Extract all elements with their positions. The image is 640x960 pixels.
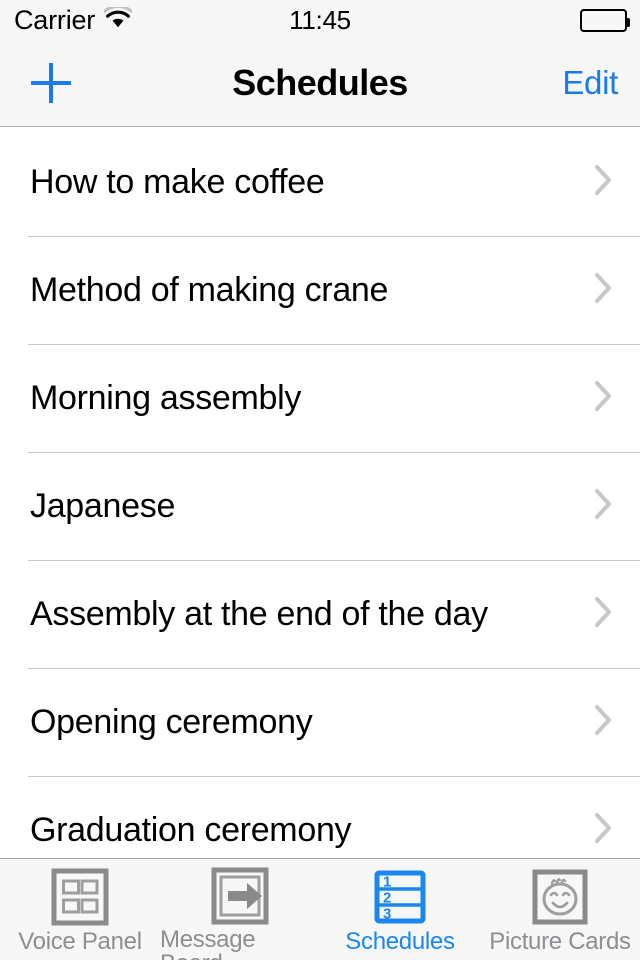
chevron-right-icon (594, 704, 614, 741)
chevron-right-icon (594, 272, 614, 309)
numbered-list-icon: 1 2 3 (370, 866, 430, 928)
row-title: Morning assembly (30, 378, 302, 417)
chevron-right-icon (594, 164, 614, 201)
tab-picture-cards[interactable]: Picture Cards (480, 859, 640, 960)
status-bar-right (580, 8, 630, 32)
status-bar-time: 11:45 (289, 5, 351, 35)
chevron-right-icon (594, 488, 614, 525)
arrow-right-board-icon (210, 866, 270, 926)
tab-label: Message Board (160, 926, 256, 960)
table-row[interactable]: Method of making crane (0, 236, 640, 344)
tab-label: Picture Cards (489, 928, 631, 955)
row-title: Japanese (30, 486, 176, 525)
tab-voice-panel[interactable]: Voice Panel (0, 859, 160, 960)
row-title: Method of making crane (30, 270, 389, 309)
status-bar: Carrier 11:45 (0, 0, 640, 40)
table-row[interactable]: Graduation ceremony (0, 776, 640, 858)
table-row[interactable]: Opening ceremony (0, 668, 640, 776)
navigation-bar: Schedules Edit (0, 40, 640, 127)
tab-schedules[interactable]: 1 2 3 Schedules (320, 859, 480, 960)
chevron-right-icon (594, 812, 614, 849)
chevron-right-icon (594, 596, 614, 633)
chevron-right-icon (594, 380, 614, 417)
app-screen: Carrier 11:45 Schedules Edit How to make… (0, 0, 640, 960)
tab-message-board[interactable]: Message Board (160, 859, 320, 960)
row-title: Assembly at the end of the day (30, 594, 488, 633)
grid-panel-icon (50, 866, 110, 928)
row-title: Graduation ceremony (30, 810, 352, 849)
table-row[interactable]: Assembly at the end of the day (0, 560, 640, 668)
tab-label: Voice Panel (18, 928, 142, 955)
battery-full-icon (580, 8, 630, 32)
svg-text:3: 3 (383, 906, 391, 923)
page-title: Schedules (232, 62, 408, 103)
edit-button[interactable]: Edit (562, 64, 618, 102)
tab-label: Schedules (345, 928, 455, 955)
schedules-list[interactable]: How to make coffee Method of making cran… (0, 128, 640, 858)
tab-bar: Voice Panel Message Board 1 2 (0, 858, 640, 960)
table-row[interactable]: Morning assembly (0, 344, 640, 452)
table-row[interactable]: How to make coffee (0, 128, 640, 236)
row-title: How to make coffee (30, 162, 325, 201)
svg-text:1: 1 (383, 874, 391, 891)
smiley-face-card-icon (530, 866, 590, 928)
row-title: Opening ceremony (30, 702, 313, 741)
table-row[interactable]: Japanese (0, 452, 640, 560)
svg-text:2: 2 (383, 890, 391, 907)
